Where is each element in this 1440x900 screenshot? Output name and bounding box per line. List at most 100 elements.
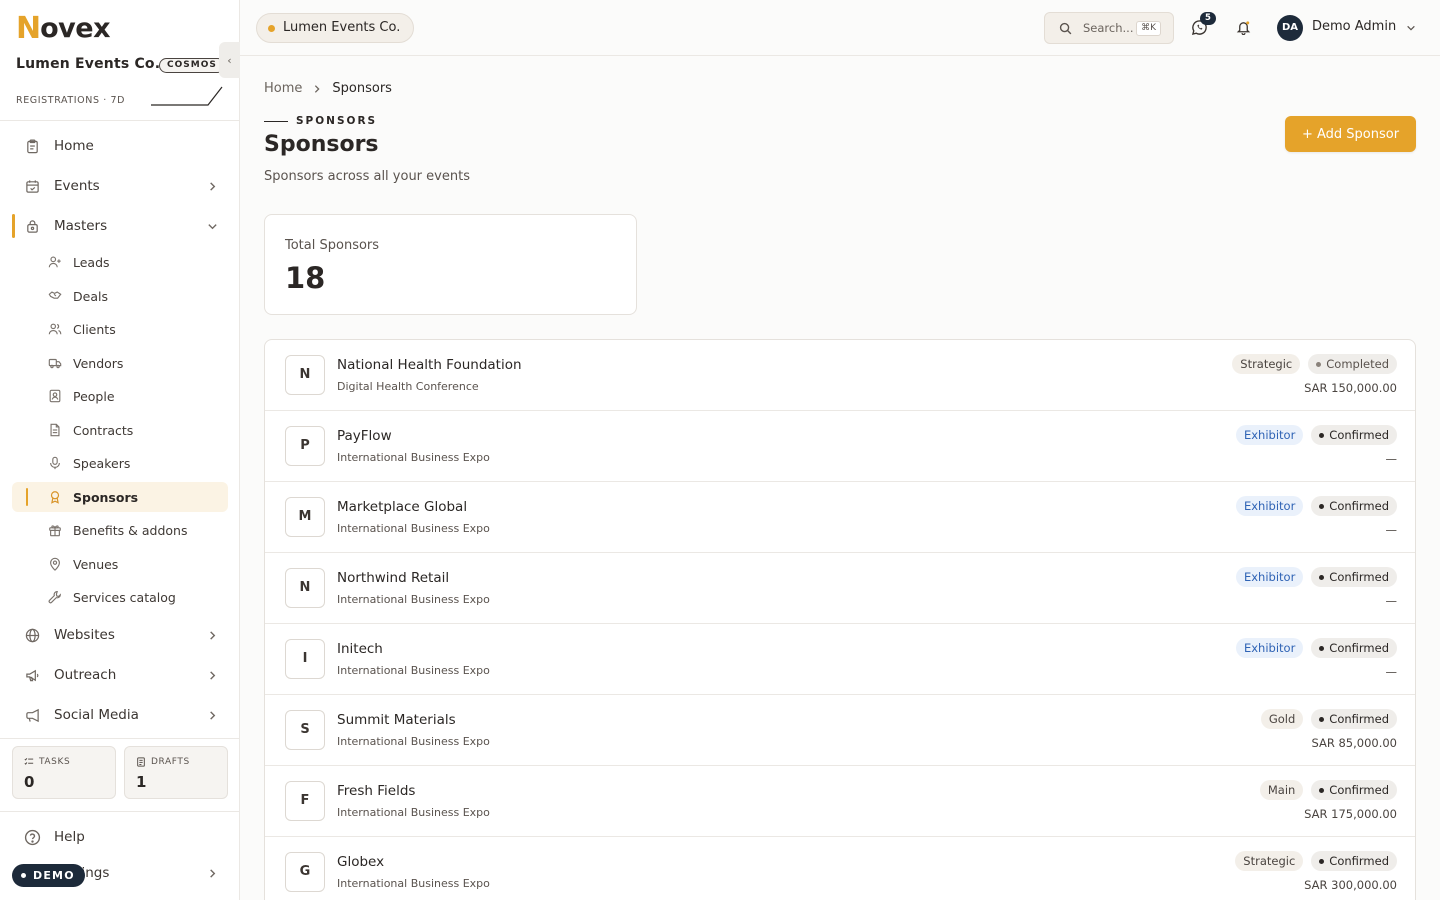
document-icon xyxy=(50,423,60,437)
chevron-down-icon[interactable] xyxy=(1406,23,1416,33)
sponsor-row[interactable]: F Fresh Fields International Business Expo… xyxy=(265,766,1415,837)
sponsor-name: Initech xyxy=(337,641,383,657)
sidebar-item-websites[interactable]: Websites xyxy=(12,618,228,652)
sidebar-subitem-label: Sponsors xyxy=(73,489,139,505)
sidebar-subitem-label: Benefits & addons xyxy=(73,522,188,538)
sidebar-item-outreach[interactable]: Outreach xyxy=(12,658,228,692)
sponsor-row[interactable]: P PayFlow International Business Expo Exhib… xyxy=(265,411,1415,482)
sidebar: N ovex Lumen Events Co. COSMOS REGISTRAT… xyxy=(0,0,240,900)
sidebar-item-social-media[interactable]: Social Media xyxy=(12,698,228,732)
add-sponsor-button[interactable]: + Add Sponsor xyxy=(1285,116,1416,152)
sidebar-item-events[interactable]: Events xyxy=(12,169,228,203)
sponsor-status-badge: Confirmed xyxy=(1311,496,1397,516)
sidebar-subitem-contracts[interactable]: Contracts xyxy=(12,415,228,445)
sponsor-tier-badge: Strategic xyxy=(1232,354,1301,374)
sponsor-tier-badge: Gold xyxy=(1260,709,1304,729)
sidebar-subitem-speakers[interactable]: Speakers xyxy=(12,448,228,478)
sidebar-subitem-label: Services catalog xyxy=(73,589,176,605)
sidebar-item-home[interactable]: Home xyxy=(12,129,228,163)
sponsor-badges: Exhibitor Confirmed xyxy=(1235,638,1397,658)
award-icon xyxy=(50,491,60,504)
breadcrumb-current: Sponsors xyxy=(332,81,392,96)
sponsor-badges: Main Confirmed xyxy=(1259,780,1397,800)
bell-icon[interactable] xyxy=(1236,20,1251,35)
sponsor-row[interactable]: M Marketplace Global International Busines… xyxy=(265,482,1415,553)
chevron-right-icon xyxy=(210,711,216,720)
chevron-right-icon xyxy=(210,182,216,191)
registrations-label: REGISTRATIONS · 7D xyxy=(16,95,126,106)
org-switcher[interactable]: Lumen Events Co. xyxy=(256,13,415,43)
sponsor-row[interactable]: I Initech International Business Expo Exhib… xyxy=(265,624,1415,695)
contact-icon xyxy=(49,389,61,403)
megaphone-icon xyxy=(26,708,39,723)
sidebar-subitem-services[interactable]: Services catalog xyxy=(12,582,228,612)
sponsor-status-badge: Confirmed xyxy=(1311,780,1397,800)
sponsor-badges: Strategic Completed xyxy=(1232,354,1397,374)
sidebar-divider xyxy=(0,738,239,739)
brand-logo[interactable]: N ovex xyxy=(16,14,110,44)
sidebar-subitem-deals[interactable]: Deals xyxy=(12,281,228,311)
sponsor-status-badge: Confirmed xyxy=(1311,567,1397,587)
globe-icon xyxy=(25,628,40,643)
logo-initial: N xyxy=(16,11,41,46)
sidebar-subitem-sponsors[interactable]: Sponsors xyxy=(12,482,228,512)
sponsor-name: National Health Foundation xyxy=(337,357,522,373)
sidebar-subitem-benefits[interactable]: Benefits & addons xyxy=(12,515,228,545)
sponsor-name: Northwind Retail xyxy=(337,570,450,586)
sidebar-subitem-venues[interactable]: Venues xyxy=(12,549,228,579)
sponsor-tier-badge: Exhibitor xyxy=(1235,425,1304,445)
sponsor-event: International Business Expo xyxy=(337,735,490,748)
org-plan-badge: COSMOS xyxy=(159,58,225,73)
messages-count-badge: 5 xyxy=(1200,12,1216,25)
sidebar-item-label: Masters xyxy=(54,218,108,234)
clipboard-icon xyxy=(27,139,38,154)
sponsor-amount: SAR 175,000.00 xyxy=(1304,807,1397,821)
sidebar-item-help[interactable]: Help xyxy=(12,820,228,854)
demo-mode-badge[interactable]: DEMO xyxy=(12,864,85,887)
sponsor-row[interactable]: N National Health Foundation Digital Healt… xyxy=(265,340,1415,411)
microphone-icon xyxy=(50,456,60,470)
global-search[interactable]: Search... ⌘K xyxy=(1044,12,1174,44)
tasks-label: TASKS xyxy=(24,757,70,767)
search-shortcut: ⌘K xyxy=(1136,21,1161,36)
drafts-card[interactable]: DRAFTS 1 xyxy=(124,746,228,799)
demo-dot-icon xyxy=(21,873,26,878)
sidebar-subitem-label: Contracts xyxy=(73,422,134,438)
breadcrumb-home[interactable]: Home xyxy=(264,81,302,96)
user-name[interactable]: Demo Admin xyxy=(1312,19,1396,34)
sponsor-event: International Business Expo xyxy=(337,451,490,464)
logo-text: ovex xyxy=(40,13,110,44)
sidebar-subitem-clients[interactable]: Clients xyxy=(12,314,228,344)
sponsor-event: International Business Expo xyxy=(337,806,490,819)
sidebar-subitem-people[interactable]: People xyxy=(12,381,228,411)
sponsor-row[interactable]: G Globex International Business Expo Strate… xyxy=(265,837,1415,900)
sidebar-subitem-label: Speakers xyxy=(73,455,131,471)
user-avatar[interactable]: DA xyxy=(1277,15,1303,41)
sidebar-item-label: Social Media xyxy=(54,707,139,723)
sidebar-item-label: Home xyxy=(54,138,94,154)
map-pin-icon xyxy=(50,557,60,571)
help-circle-icon xyxy=(24,829,41,846)
sponsor-row[interactable]: S Summit Materials International Business … xyxy=(265,695,1415,766)
checklist-icon xyxy=(24,757,34,765)
sidebar-item-masters[interactable]: Masters xyxy=(12,209,228,243)
sponsor-status-badge: Confirmed xyxy=(1311,709,1397,729)
total-sponsors-value: 18 xyxy=(285,261,326,295)
drafts-count: 1 xyxy=(136,773,147,791)
sponsor-amount: SAR 150,000.00 xyxy=(1304,381,1397,395)
drafts-label: DRAFTS xyxy=(136,757,190,767)
tasks-label-text: TASKS xyxy=(39,757,71,767)
page-subtitle: Sponsors across all your events xyxy=(264,169,470,184)
sidebar-subitem-leads[interactable]: Leads xyxy=(12,247,228,277)
handshake-icon xyxy=(48,291,62,299)
tasks-card[interactable]: TASKS 0 xyxy=(12,746,116,799)
draft-icon xyxy=(137,757,145,767)
sidebar-subitem-vendors[interactable]: Vendors xyxy=(12,348,228,378)
sponsor-event: Digital Health Conference xyxy=(337,380,479,393)
sidebar-collapse-button[interactable]: ‹ xyxy=(219,42,240,78)
page-title: Sponsors xyxy=(264,132,379,157)
chevron-right-icon xyxy=(210,869,216,878)
masters-icon xyxy=(27,220,38,233)
sponsor-row[interactable]: N Northwind Retail International Business … xyxy=(265,553,1415,624)
sponsor-initial-avatar: N xyxy=(285,355,325,395)
